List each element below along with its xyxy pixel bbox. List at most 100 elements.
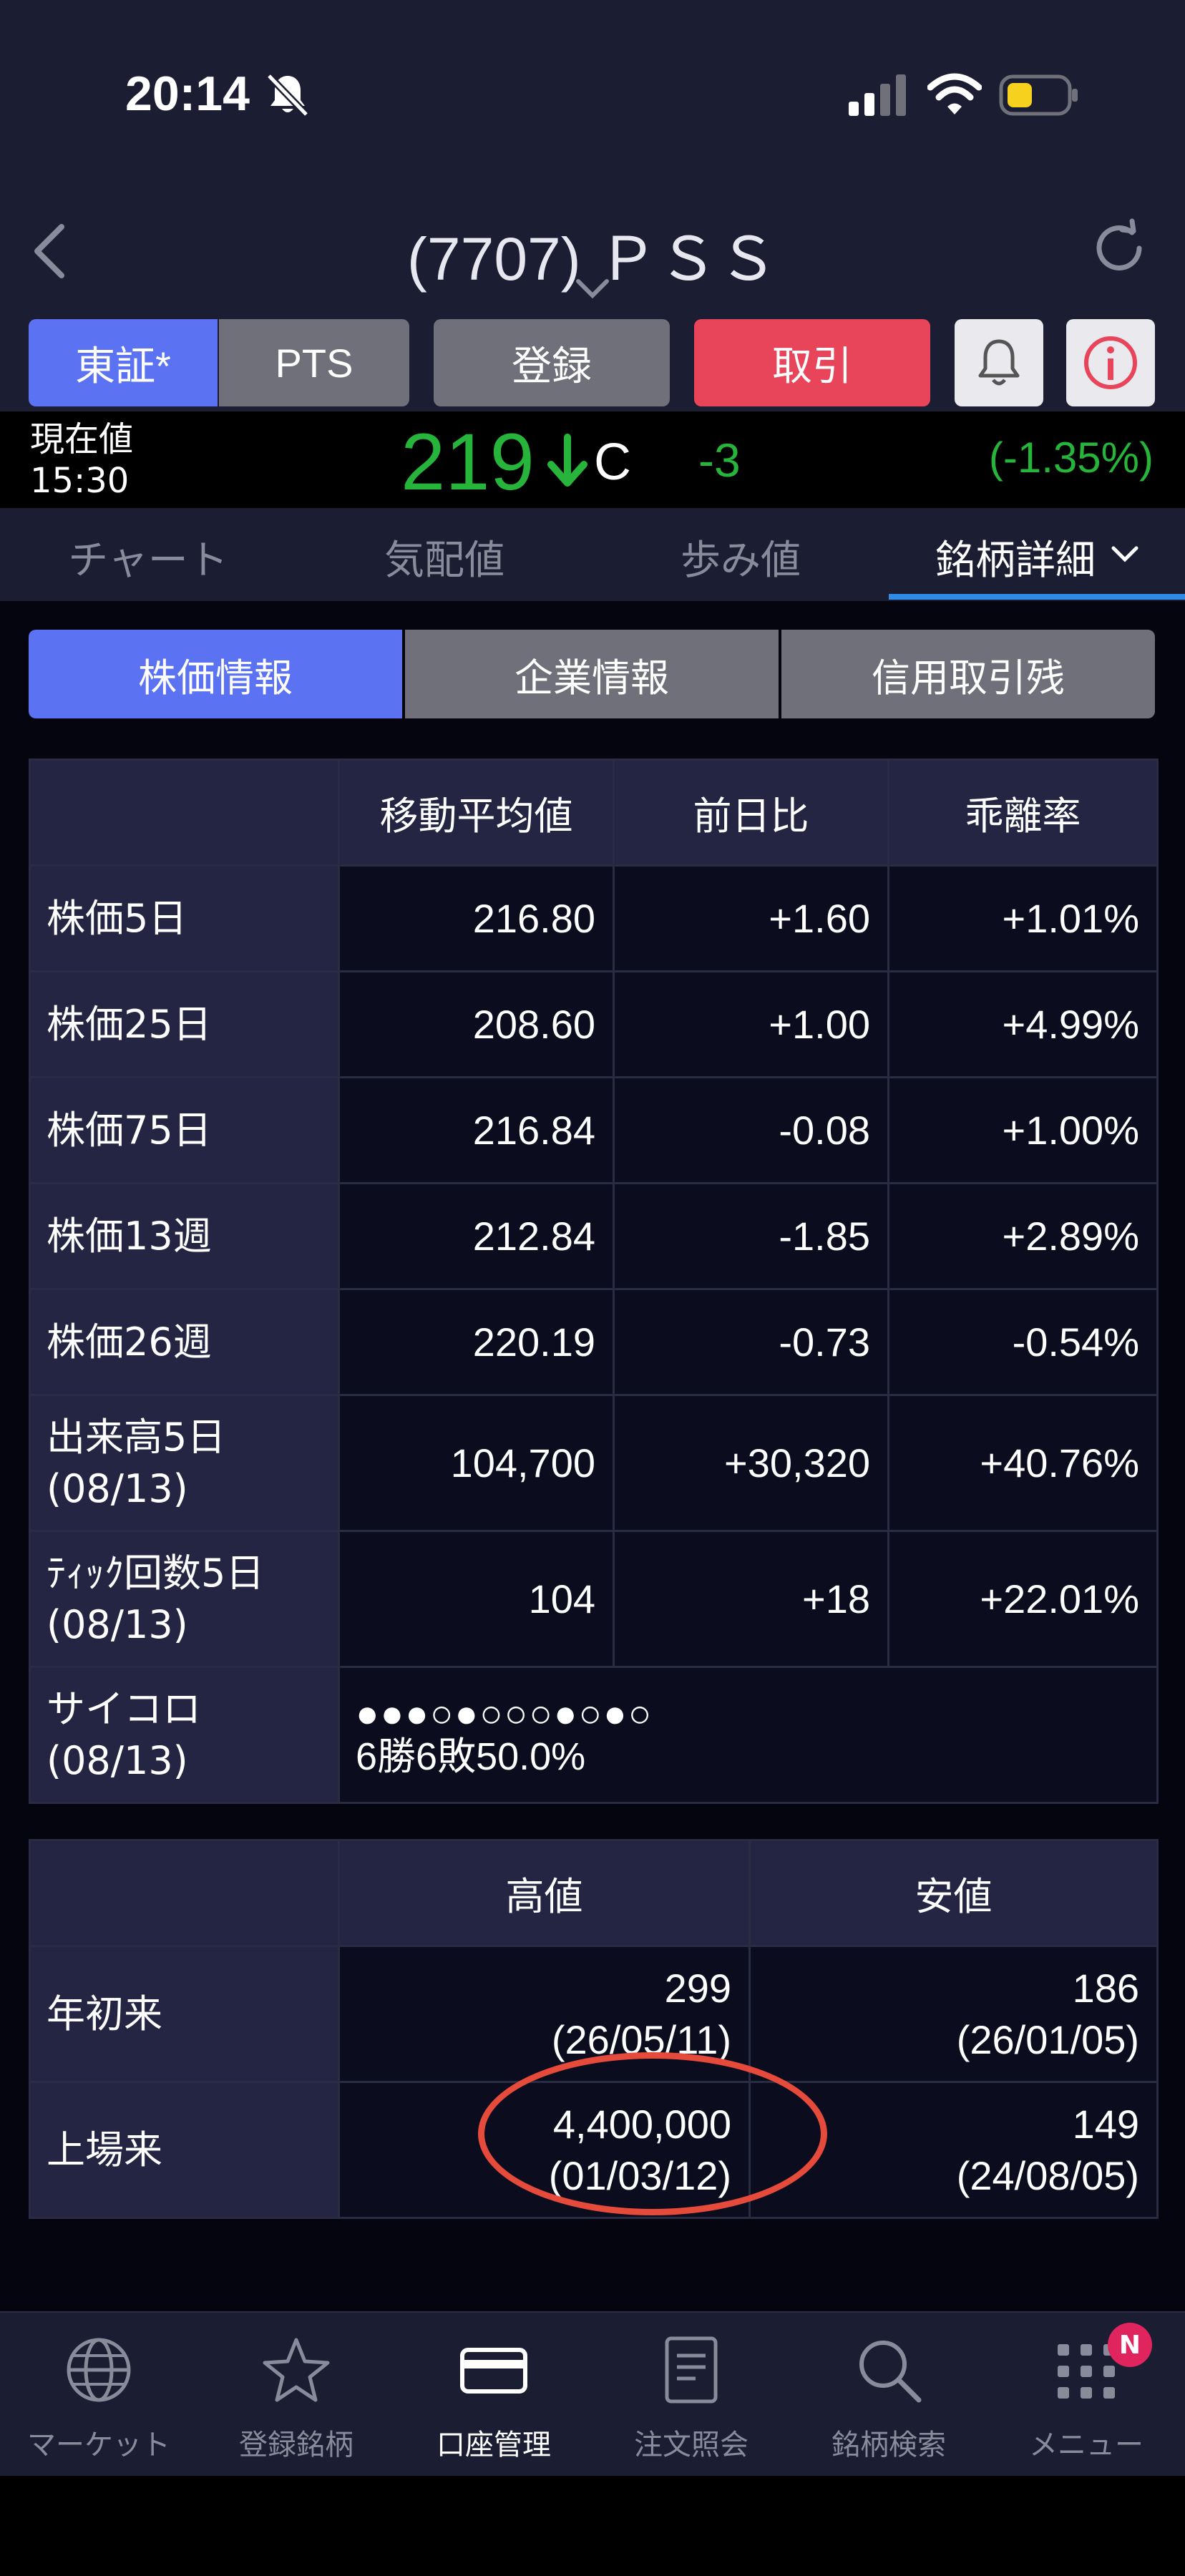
deviation-rate-value: +40.76% <box>887 1394 1159 1532</box>
row-label-date: (08/13) <box>47 1737 188 1783</box>
saikoro-record: 6勝6敗50.0% <box>356 1735 586 1778</box>
battery-icon <box>999 74 1078 116</box>
register-button[interactable]: 登録 <box>434 319 670 406</box>
table-header-row: 移動平均値 前日比 乖離率 <box>29 758 1159 867</box>
card-icon <box>460 2348 527 2394</box>
nav-market[interactable]: マーケット <box>0 2334 198 2463</box>
table-row: 株価13週 212.84 -1.85 +2.89% <box>29 1182 1159 1290</box>
nav-label: 注文照会 <box>634 2429 748 2462</box>
stock-info-content: 株価情報 企業情報 信用取引残 移動平均値 前日比 乖離率 株価5日 216.8… <box>0 601 1185 2311</box>
high-value: 299 <box>664 1965 731 2011</box>
price-change-percent: (-1.35%) <box>988 434 1154 482</box>
bell-icon <box>978 339 1020 386</box>
segment-price-info[interactable]: 株価情報 <box>29 630 402 718</box>
table-row: 出来高5日 (08/13) 104,700 +30,320 +40.76% <box>29 1394 1159 1532</box>
nav-label: 口座管理 <box>437 2429 551 2462</box>
deviation-rate-value: +2.89% <box>887 1182 1159 1290</box>
globe-icon <box>67 2338 131 2402</box>
table-header-cell: 安値 <box>748 1839 1159 1947</box>
segment-company-info[interactable]: 企業情報 <box>405 630 779 718</box>
nav-watchlist[interactable]: 登録銘柄 <box>198 2334 395 2463</box>
current-price-label: 現在値 15:30 <box>30 419 133 502</box>
row-label: 株価26週 <box>29 1288 340 1396</box>
row-label-main: サイコロ <box>47 1686 201 1732</box>
table-header-cell: 移動平均値 <box>338 758 615 867</box>
nav-label: メニュー <box>1029 2429 1143 2462</box>
bell-muted-icon <box>266 73 309 117</box>
current-price-time: 15:30 <box>30 461 130 501</box>
home-indicator-area <box>0 2476 1185 2576</box>
day-change-value: +30,320 <box>613 1394 889 1532</box>
status-time: 20:14 <box>125 67 250 121</box>
nav-account[interactable]: 口座管理 <box>395 2334 592 2463</box>
star-icon <box>263 2338 330 2402</box>
document-icon <box>665 2336 718 2404</box>
nav-header: (7707) ＰＳＳ <box>0 182 1185 315</box>
deviation-rate-value: +4.99% <box>887 970 1159 1078</box>
pts-market-button[interactable]: PTS <box>219 319 409 406</box>
row-label: 株価75日 <box>29 1076 340 1184</box>
action-button-row: 東証* PTS 登録 取引 <box>0 315 1185 411</box>
table-header-cell <box>29 758 340 867</box>
row-label: 株価5日 <box>29 864 340 972</box>
moving-average-value: 104 <box>338 1530 615 1668</box>
table-row: 株価26週 220.19 -0.73 -0.54% <box>29 1288 1159 1396</box>
table-row: サイコロ (08/13) ●●●○●○○○●○●○ 6勝6敗50.0% <box>29 1666 1159 1804</box>
nav-search[interactable]: 銘柄検索 <box>790 2334 987 2463</box>
table-header-cell: 乖離率 <box>887 758 1159 867</box>
row-label: 年初来 <box>29 1945 340 2083</box>
moving-average-value: 220.19 <box>338 1288 615 1396</box>
info-button[interactable] <box>1066 319 1155 406</box>
chevron-down-icon[interactable] <box>572 275 613 301</box>
table-row: 株価5日 216.80 +1.60 +1.01% <box>29 864 1159 972</box>
nav-label: 登録銘柄 <box>239 2429 353 2462</box>
row-label-main: 出来高5日 <box>47 1414 226 1460</box>
tab-tick-trades[interactable]: 歩み値 <box>592 528 889 586</box>
tab-quote-board[interactable]: 気配値 <box>296 528 592 586</box>
closing-flag: C <box>594 434 631 491</box>
table-header-cell: 前日比 <box>613 758 889 867</box>
saikoro-dots: ●●●○●○○○●○●○ <box>356 1692 653 1735</box>
table-row: ﾃｨｯｸ回数5日 (08/13) 104 +18 +22.01% <box>29 1530 1159 1668</box>
table-header-row: 高値 安値 <box>29 1839 1159 1947</box>
moving-average-value: 216.80 <box>338 864 615 972</box>
info-icon <box>1084 336 1137 389</box>
trade-button[interactable]: 取引 <box>694 319 930 406</box>
row-label-main: ﾃｨｯｸ回数5日 <box>47 1550 265 1596</box>
row-label: サイコロ (08/13) <box>29 1666 340 1804</box>
segment-margin-balance[interactable]: 信用取引残 <box>781 630 1155 718</box>
detail-tabs: チャート 気配値 歩み値 銘柄詳細 <box>0 508 1185 601</box>
wifi-icon <box>927 73 982 114</box>
active-tab-indicator <box>889 594 1185 600</box>
current-price-row: 現在値 15:30 219 C -3 (-1.35%) <box>0 411 1185 508</box>
cellular-signal-icon <box>849 74 906 116</box>
current-price-value: 219 <box>401 417 535 507</box>
row-label: ﾃｨｯｸ回数5日 (08/13) <box>29 1530 340 1668</box>
day-change-value: -0.73 <box>613 1288 889 1396</box>
deviation-rate-value: +1.00% <box>887 1076 1159 1184</box>
row-label: 株価13週 <box>29 1182 340 1290</box>
day-change-value: +1.00 <box>613 970 889 1078</box>
chevron-down-icon[interactable] <box>1109 544 1141 565</box>
status-bar: 20:14 <box>0 0 1185 182</box>
nav-label: マーケット <box>27 2429 170 2462</box>
price-change: -3 <box>698 434 741 487</box>
tosho-market-button[interactable]: 東証* <box>29 319 218 406</box>
nav-label: 銘柄検索 <box>832 2429 946 2462</box>
search-icon <box>859 2341 922 2403</box>
nav-menu[interactable]: N メニュー <box>987 2323 1185 2463</box>
table-row: 株価25日 208.60 +1.00 +4.99% <box>29 970 1159 1078</box>
refresh-icon[interactable] <box>1086 215 1152 281</box>
alert-button[interactable] <box>955 319 1043 406</box>
table-header-cell: 高値 <box>338 1839 751 1947</box>
nav-orders[interactable]: 注文照会 <box>592 2334 790 2463</box>
row-label: 上場来 <box>29 2081 340 2219</box>
row-label-date: (08/13) <box>47 1465 188 1511</box>
deviation-rate-value: -0.54% <box>887 1288 1159 1396</box>
arrow-down-icon <box>547 434 587 487</box>
deviation-rate-value: +1.01% <box>887 864 1159 972</box>
tab-chart[interactable]: チャート <box>0 528 296 586</box>
low-date: (26/01/05) <box>956 2016 1139 2062</box>
day-change-value: -0.08 <box>613 1076 889 1184</box>
deviation-rate-value: +22.01% <box>887 1530 1159 1668</box>
